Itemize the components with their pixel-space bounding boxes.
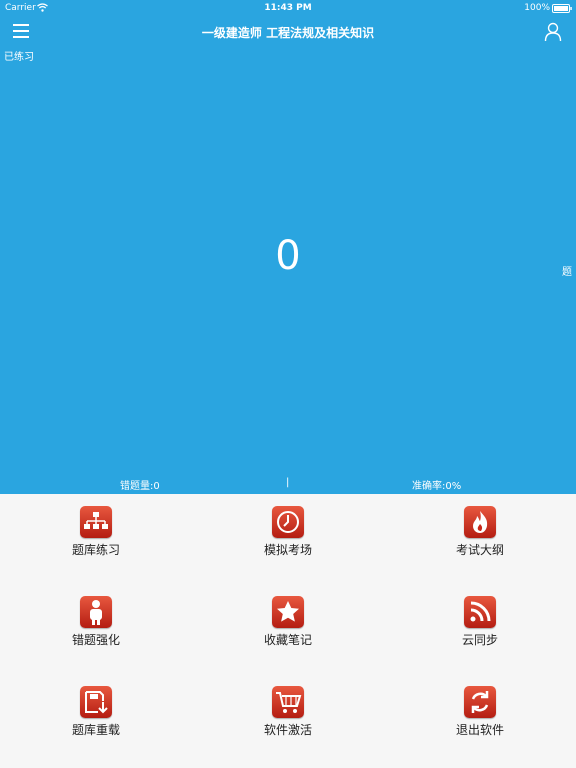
menu-item-favorites[interactable]: 收藏笔记 [192, 584, 384, 674]
stats-row: 错题量:0 | 准确率:0% [0, 475, 576, 492]
battery-percent: 100% [524, 3, 550, 13]
practiced-label: 已练习 [4, 52, 34, 63]
person-icon [80, 596, 112, 628]
battery-icon [552, 4, 572, 13]
clock-icon [272, 506, 304, 538]
menu-grid: 题库练习 模拟考场 考试大纲 错题强化 收藏笔记 云同步 题库重载 软件激活 退… [0, 494, 576, 768]
save-download-icon [80, 686, 112, 718]
menu-item-label: 云同步 [461, 633, 498, 647]
menu-icon[interactable] [13, 24, 31, 40]
menu-item-label: 考试大纲 [455, 543, 504, 557]
menu-item-label: 题库练习 [71, 543, 120, 557]
menu-item-label: 退出软件 [455, 723, 504, 737]
hierarchy-icon [80, 506, 112, 538]
wrong-count: 错题量:0 [120, 481, 160, 492]
flame-icon [464, 506, 496, 538]
status-bar: Carrier 11:43 PM 100% [0, 0, 576, 16]
user-icon[interactable] [544, 22, 562, 42]
page-title: 一级建造师 工程法规及相关知识 [201, 26, 375, 40]
status-time: 11:43 PM [264, 3, 312, 13]
stats-divider: | [286, 477, 290, 488]
cart-icon [272, 686, 304, 718]
rss-icon [464, 596, 496, 628]
nav-bar: 一级建造师 工程法规及相关知识 [0, 18, 576, 48]
refresh-icon [464, 686, 496, 718]
menu-item-syllabus[interactable]: 考试大纲 [384, 494, 576, 584]
menu-item-exit[interactable]: 退出软件 [384, 674, 576, 764]
menu-item-activate[interactable]: 软件激活 [192, 674, 384, 764]
star-icon [272, 596, 304, 628]
summary-panel: Carrier 11:43 PM 100% 一级建造师 工程法规及相关知识 已练… [0, 0, 576, 494]
accuracy-rate: 准确率:0% [412, 481, 462, 492]
menu-item-label: 模拟考场 [263, 543, 312, 557]
menu-item-wrong-questions[interactable]: 错题强化 [0, 584, 192, 674]
menu-item-label: 软件激活 [263, 723, 312, 737]
menu-item-label: 收藏笔记 [263, 633, 312, 647]
menu-item-label: 错题强化 [71, 633, 120, 647]
menu-item-cloud-sync[interactable]: 云同步 [384, 584, 576, 674]
menu-item-mock-exam[interactable]: 模拟考场 [192, 494, 384, 584]
menu-item-question-bank[interactable]: 题库练习 [0, 494, 192, 584]
practiced-count: 0 [275, 233, 301, 279]
menu-item-label: 题库重载 [71, 723, 120, 737]
count-unit: 题 [562, 267, 572, 278]
menu-item-reload-bank[interactable]: 题库重载 [0, 674, 192, 764]
